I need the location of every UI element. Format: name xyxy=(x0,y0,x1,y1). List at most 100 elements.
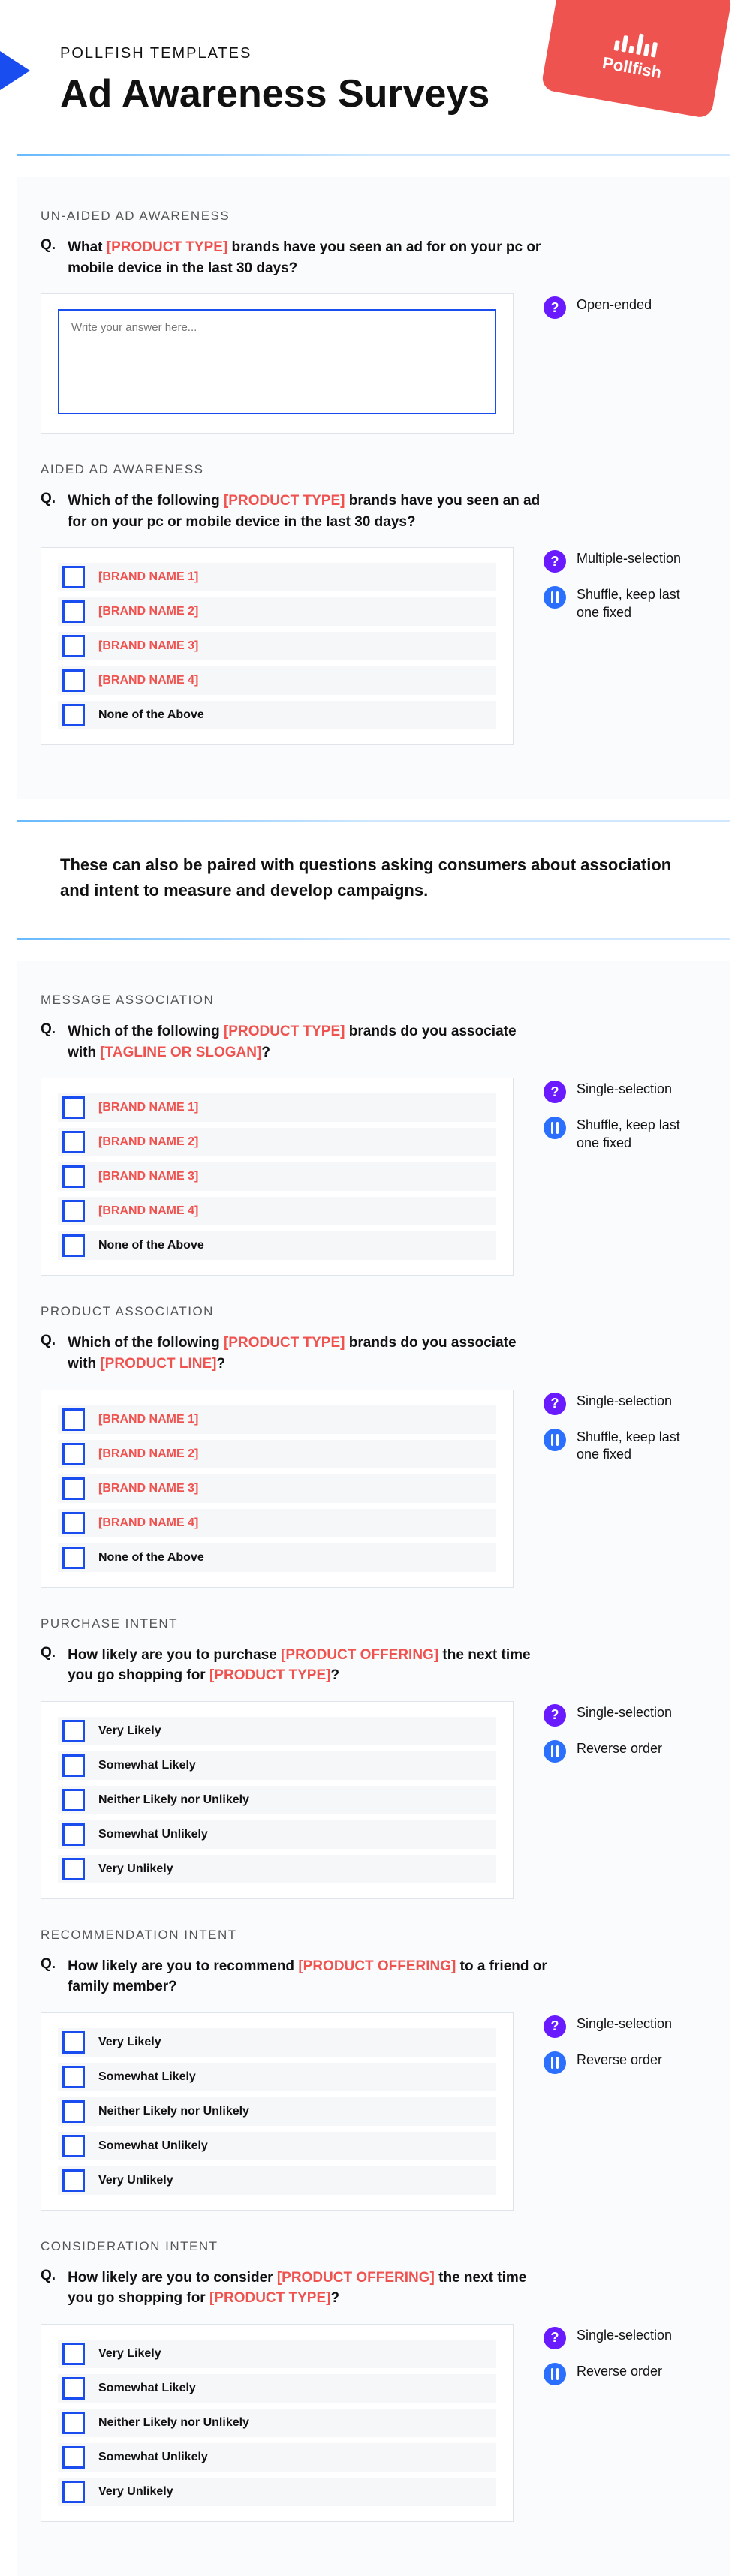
checkbox-icon[interactable] xyxy=(62,2169,85,2192)
q-placeholder: [PRODUCT TYPE] xyxy=(224,1023,345,1039)
option-label: [BRAND NAME 1] xyxy=(98,1413,198,1426)
option-label: Neither Likely nor Unlikely xyxy=(98,1793,249,1807)
reverse-icon xyxy=(544,2051,566,2074)
q-placeholder: [PRODUCT OFFERING] xyxy=(277,2270,435,2286)
checkbox-icon[interactable] xyxy=(62,1858,85,1880)
checkbox-icon[interactable] xyxy=(62,1234,85,1257)
open-ended-textarea[interactable] xyxy=(58,309,496,414)
checkbox-icon[interactable] xyxy=(62,1823,85,1846)
option-row[interactable]: [BRAND NAME 1] xyxy=(58,1093,496,1122)
checkbox-icon[interactable] xyxy=(62,2135,85,2157)
checkbox-icon[interactable] xyxy=(62,1789,85,1811)
option-label: Somewhat Unlikely xyxy=(98,1828,208,1841)
q-part: ? xyxy=(330,2290,339,2306)
checkbox-icon[interactable] xyxy=(62,635,85,657)
option-row[interactable]: [BRAND NAME 1] xyxy=(58,563,496,591)
option-row[interactable]: Somewhat Likely xyxy=(58,1751,496,1780)
option-row[interactable]: Somewhat Likely xyxy=(58,2374,496,2403)
checkbox-icon[interactable] xyxy=(62,2446,85,2469)
checkbox-icon[interactable] xyxy=(62,1720,85,1742)
option-row[interactable]: [BRAND NAME 2] xyxy=(58,1128,496,1156)
annotations: ?Single-selection Shuffle, keep last one… xyxy=(544,1390,701,1464)
answer-box: Very Likely Somewhat Likely Neither Like… xyxy=(41,1701,514,1899)
option-row[interactable]: [BRAND NAME 4] xyxy=(58,1509,496,1537)
q-placeholder: [PRODUCT TYPE] xyxy=(209,2290,331,2306)
checkbox-icon[interactable] xyxy=(62,2343,85,2365)
option-label: Somewhat Unlikely xyxy=(98,2451,208,2464)
checkbox-icon[interactable] xyxy=(62,2100,85,2123)
option-row[interactable]: None of the Above xyxy=(58,1543,496,1572)
annotations: ?Open-ended xyxy=(544,293,701,319)
question-type-icon: ? xyxy=(544,1704,566,1727)
shuffle-icon xyxy=(544,1117,566,1139)
option-row[interactable]: Very Unlikely xyxy=(58,2166,496,2195)
checkbox-icon[interactable] xyxy=(62,1547,85,1569)
option-row[interactable]: Very Likely xyxy=(58,2340,496,2368)
divider xyxy=(17,938,730,940)
option-row[interactable]: [BRAND NAME 2] xyxy=(58,1440,496,1468)
q-part: ? xyxy=(217,1356,226,1372)
option-row[interactable]: Neither Likely nor Unlikely xyxy=(58,1786,496,1814)
checkbox-icon[interactable] xyxy=(62,669,85,692)
checkbox-icon[interactable] xyxy=(62,1512,85,1534)
checkbox-icon[interactable] xyxy=(62,2377,85,2400)
annotation-label: Single-selection xyxy=(577,1704,672,1721)
option-row[interactable]: Neither Likely nor Unlikely xyxy=(58,2097,496,2126)
checkbox-icon[interactable] xyxy=(62,2412,85,2434)
option-row[interactable]: [BRAND NAME 1] xyxy=(58,1405,496,1434)
shuffle-icon xyxy=(544,586,566,609)
checkbox-icon[interactable] xyxy=(62,1754,85,1777)
option-label: Very Likely xyxy=(98,1724,161,1738)
option-row[interactable]: Very Unlikely xyxy=(58,2478,496,2506)
checkbox-icon[interactable] xyxy=(62,1131,85,1153)
option-row[interactable]: Somewhat Unlikely xyxy=(58,2132,496,2160)
checkbox-icon[interactable] xyxy=(62,1477,85,1500)
option-row[interactable]: [BRAND NAME 4] xyxy=(58,1197,496,1225)
checkbox-icon[interactable] xyxy=(62,566,85,588)
option-row[interactable]: None of the Above xyxy=(58,1231,496,1260)
option-label: Neither Likely nor Unlikely xyxy=(98,2105,249,2118)
option-row[interactable]: None of the Above xyxy=(58,701,496,729)
checkbox-icon[interactable] xyxy=(62,1408,85,1431)
section-aided: AIDED AD AWARENESS Q. Which of the follo… xyxy=(17,455,730,766)
q-placeholder: [PRODUCT TYPE] xyxy=(107,239,228,255)
section-head: CONSIDERATION INTENT xyxy=(41,2239,706,2254)
checkbox-icon[interactable] xyxy=(62,2066,85,2088)
q-part: What xyxy=(68,239,107,255)
annotation-label: Single-selection xyxy=(577,2327,672,2344)
checkbox-icon[interactable] xyxy=(62,704,85,726)
q-part: How likely are you to consider xyxy=(68,2270,277,2286)
option-row[interactable]: [BRAND NAME 3] xyxy=(58,1474,496,1503)
question-type-icon: ? xyxy=(544,1081,566,1103)
checkbox-icon[interactable] xyxy=(62,1200,85,1222)
option-row[interactable]: Very Likely xyxy=(58,2028,496,2057)
option-row[interactable]: Very Likely xyxy=(58,1717,496,1745)
q-placeholder: [TAGLINE OR SLOGAN] xyxy=(100,1045,261,1060)
option-label: Somewhat Likely xyxy=(98,2382,196,2395)
option-label: Very Likely xyxy=(98,2347,161,2361)
checkbox-icon[interactable] xyxy=(62,1165,85,1188)
checkbox-icon[interactable] xyxy=(62,600,85,623)
option-row[interactable]: [BRAND NAME 4] xyxy=(58,666,496,695)
checkbox-icon[interactable] xyxy=(62,2481,85,2503)
option-row[interactable]: [BRAND NAME 3] xyxy=(58,632,496,660)
option-row[interactable]: Very Unlikely xyxy=(58,1855,496,1883)
annotation-label: Single-selection xyxy=(577,2015,672,2033)
section-head: PURCHASE INTENT xyxy=(41,1616,706,1631)
q-placeholder: [PRODUCT LINE] xyxy=(100,1356,216,1372)
option-row[interactable]: Neither Likely nor Unlikely xyxy=(58,2409,496,2437)
option-row[interactable]: Somewhat Likely xyxy=(58,2063,496,2091)
q-label: Q. xyxy=(41,1021,56,1063)
option-row[interactable]: Somewhat Unlikely xyxy=(58,2443,496,2472)
option-row[interactable]: Somewhat Unlikely xyxy=(58,1820,496,1849)
question-type-icon: ? xyxy=(544,550,566,573)
question-text: How likely are you to recommend [PRODUCT… xyxy=(68,1956,548,1997)
mid-note: These can also be paired with questions … xyxy=(0,822,747,938)
option-row[interactable]: [BRAND NAME 2] xyxy=(58,597,496,626)
checkbox-icon[interactable] xyxy=(62,1443,85,1465)
reverse-icon xyxy=(544,2363,566,2385)
option-row[interactable]: [BRAND NAME 3] xyxy=(58,1162,496,1191)
checkbox-icon[interactable] xyxy=(62,2031,85,2054)
section-consideration-intent: CONSIDERATION INTENT Q. How likely are y… xyxy=(17,2232,730,2543)
checkbox-icon[interactable] xyxy=(62,1096,85,1119)
